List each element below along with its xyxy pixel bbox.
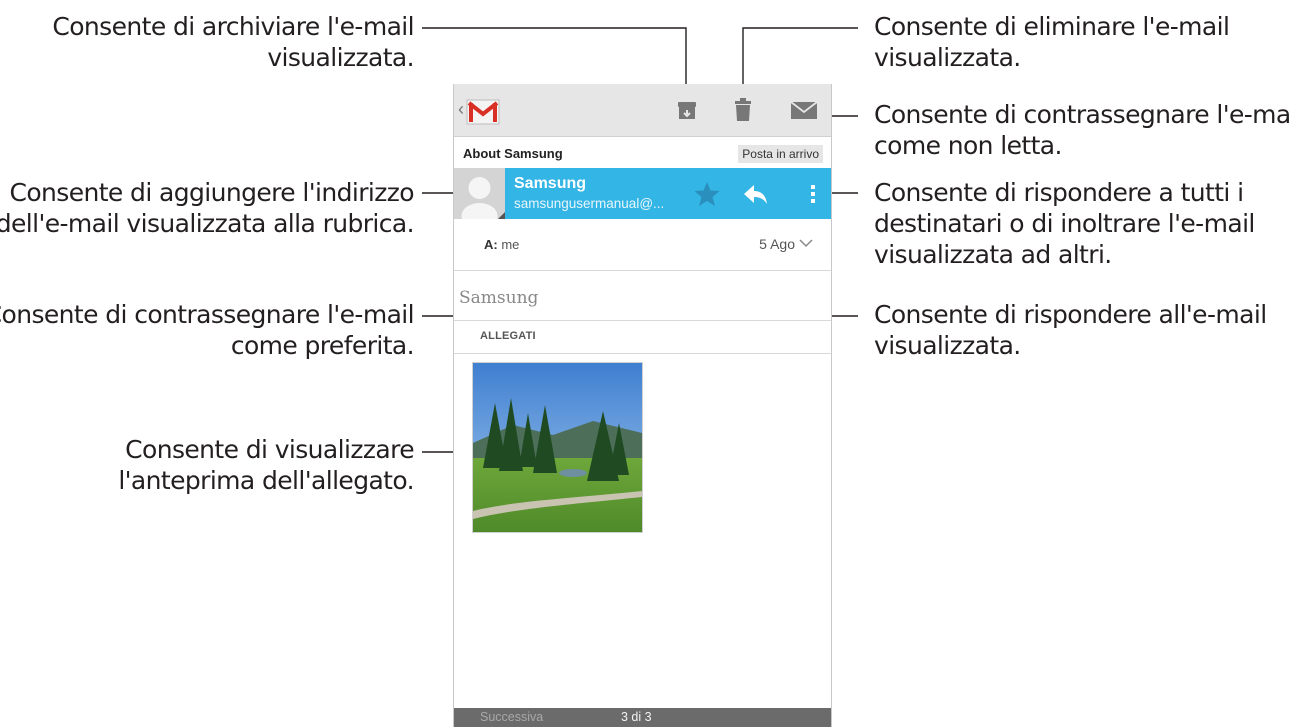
callout-add-contact-line2: dell'e-mail visualizzata alla rubrica. (0, 209, 415, 238)
callout-reply: Consente di rispondere all'e-mail visual… (874, 299, 1267, 361)
overflow-menu-icon[interactable] (798, 179, 828, 209)
chevron-down-icon[interactable] (799, 238, 813, 248)
landscape-photo (473, 363, 642, 532)
callout-archive: Consente di archiviare l'e-mail visualiz… (52, 11, 414, 73)
sender-header: Samsung samsungusermanual@... (454, 168, 831, 219)
recipient-value: me (501, 237, 520, 252)
callout-mark-unread-line2: come non letta. (874, 131, 1062, 160)
attachments-label: ALLEGATI (480, 330, 536, 342)
callout-preview-line2: l'anteprima dell'allegato. (118, 466, 414, 495)
callout-add-contact-line1: Consente di aggiungere l'indirizzo (9, 178, 414, 207)
callout-preview: Consente di visualizzare l'anteprima del… (118, 434, 414, 496)
sender-name: Samsung (514, 175, 587, 192)
callout-favorite: Consente di contrassegnare l'e-mail come… (0, 299, 415, 361)
reply-icon[interactable] (741, 179, 771, 209)
avatar-person-icon (454, 168, 505, 219)
envelope-icon[interactable] (788, 94, 820, 126)
callout-archive-line1: Consente di archiviare l'e-mail (52, 12, 414, 41)
callout-mark-unread: Consente di contrassegnare l'e-mail come… (874, 99, 1290, 161)
trash-icon[interactable] (727, 94, 759, 126)
recipient-label: A: me (484, 237, 519, 252)
email-screen: ‹ About Samsung Posta in arrivo Samsung … (453, 84, 832, 727)
callout-add-contact: Consente di aggiungere l'indirizzo dell'… (0, 177, 415, 239)
callout-delete-line2: visualizzata. (874, 43, 1021, 72)
attachments-header: ALLEGATI (454, 320, 831, 354)
star-icon[interactable] (692, 179, 722, 209)
message-position: 3 di 3 (621, 710, 652, 724)
to-prefix: A: (484, 237, 498, 252)
callout-reply-all-line2: destinatari o di inoltrare l'e-mail (874, 209, 1255, 238)
callout-reply-all-line3: visualizzata ad altri. (874, 240, 1112, 269)
callout-archive-line2: visualizzata. (267, 43, 414, 72)
folder-label[interactable]: Posta in arrivo (738, 145, 823, 163)
callout-reply-line2: visualizzata. (874, 331, 1021, 360)
sender-email: samsungusermanual@... (514, 196, 665, 211)
callout-preview-line1: Consente di visualizzare (125, 435, 414, 464)
callout-delete-line1: Consente di eliminare l'e-mail (874, 12, 1230, 41)
archive-icon[interactable] (671, 94, 703, 126)
callout-favorite-line2: come preferita. (230, 331, 415, 360)
next-button[interactable]: Successiva (480, 710, 543, 724)
contact-avatar[interactable] (454, 168, 505, 219)
callout-reply-all: Consente di rispondere a tutti i destina… (874, 177, 1255, 270)
subject-row: About Samsung Posta in arrivo (454, 140, 831, 168)
callout-favorite-line1: Consente di contrassegnare l'e-mail (0, 300, 415, 329)
callout-mark-unread-line1: Consente di contrassegnare l'e-mail (874, 100, 1290, 129)
callout-delete: Consente di eliminare l'e-mail visualizz… (874, 11, 1230, 73)
bottom-navigation: Successiva 3 di 3 (454, 708, 831, 727)
attachment-thumbnail[interactable] (472, 362, 643, 533)
email-subject: About Samsung (463, 146, 563, 161)
email-date: 5 Ago (759, 236, 795, 252)
email-body: Samsung (459, 288, 539, 308)
callout-reply-line1: Consente di rispondere all'e-mail (874, 300, 1267, 329)
callout-reply-all-line1: Consente di rispondere a tutti i (874, 178, 1244, 207)
action-bar: ‹ (454, 84, 831, 137)
back-chevron-icon[interactable]: ‹ (458, 99, 464, 120)
recipient-row: A: me 5 Ago (454, 219, 831, 271)
gmail-logo-icon[interactable] (466, 96, 500, 126)
